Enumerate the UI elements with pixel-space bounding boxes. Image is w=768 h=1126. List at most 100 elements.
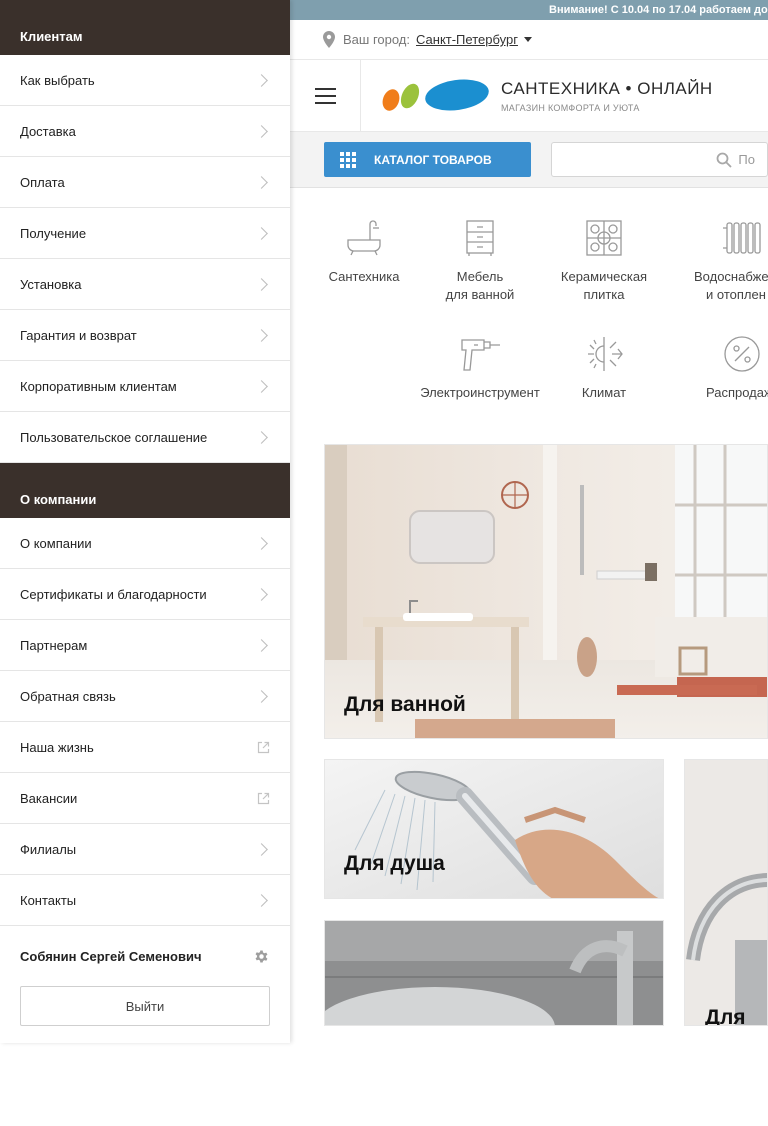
chevron-down-icon[interactable] xyxy=(523,37,532,42)
sidebar-item-label: Получение xyxy=(20,225,87,241)
catalog-button-label: КАТАЛОГ ТОВАРОВ xyxy=(374,152,492,167)
sidebar-item-delivery[interactable]: Доставка xyxy=(0,106,290,157)
sidebar-item-pickup[interactable]: Получение xyxy=(0,208,290,259)
sidebar-item-vacancies[interactable]: Вакансии xyxy=(0,773,290,824)
category-ceramic-tile[interactable]: Керамическая плитка xyxy=(544,218,664,304)
sidebar-item-label: Оплата xyxy=(20,174,65,190)
logo-subtitle: МАГАЗИН КОМФОРТА И УЮТА xyxy=(501,102,640,113)
chevron-right-icon xyxy=(255,175,268,189)
logo-title: САНТЕХНИКА • ОНЛАЙН xyxy=(501,78,713,98)
category-label: Керамическая xyxy=(560,269,648,284)
sidebar-item-label: Наша жизнь xyxy=(20,739,94,755)
category-label: Сантехника xyxy=(328,269,400,284)
city-link[interactable]: Санкт-Петербург xyxy=(416,32,518,47)
sidebar-item-contacts[interactable]: Контакты xyxy=(0,875,290,926)
sidebar-item-label: Доставка xyxy=(20,123,76,139)
promo-tile-bathroom[interactable]: Для ванной xyxy=(324,444,768,739)
category-grid: Сантехника Мебель для ванной Керамическа… xyxy=(290,200,768,430)
sidebar-item-partners[interactable]: Партнерам xyxy=(0,620,290,671)
grid-icon xyxy=(340,151,356,168)
notice-bar: Внимание! С 10.04 по 17.04 работаем до 1 xyxy=(290,0,768,20)
catalog-button[interactable]: КАТАЛОГ ТОВАРОВ xyxy=(324,142,532,177)
chevron-right-icon xyxy=(255,277,268,291)
tile-label: Для ванной xyxy=(344,693,466,716)
city-selector: Ваш город: Санкт-Петербург xyxy=(290,20,768,60)
percent-icon xyxy=(724,336,760,372)
promo-tile-faucet[interactable] xyxy=(324,920,664,1026)
tile-label: Для душа xyxy=(344,852,445,875)
chevron-right-icon xyxy=(255,638,268,652)
sidebar-item-about[interactable]: О компании xyxy=(0,518,290,569)
search-bar: КАТАЛОГ ТОВАРОВ По xyxy=(290,132,768,188)
category-label: для ванной xyxy=(445,287,515,302)
sidebar-section-clients: Клиентам xyxy=(0,0,290,55)
search-input[interactable]: По xyxy=(551,142,768,177)
sidebar-item-label: О компании xyxy=(20,535,92,551)
external-link-icon xyxy=(257,741,270,753)
sidebar-item-label: Корпоративным клиентам xyxy=(20,378,177,394)
category-label: и отоплен xyxy=(706,287,766,302)
sidebar-menu: Клиентам Как выбрать Доставка Оплата Пол… xyxy=(0,0,290,1043)
sidebar-item-user-agreement[interactable]: Пользовательское соглашение xyxy=(0,412,290,463)
cabinet-icon xyxy=(466,220,494,256)
sidebar-item-our-life[interactable]: Наша жизнь xyxy=(0,722,290,773)
sidebar-item-label: Вакансии xyxy=(20,790,78,806)
external-link-icon xyxy=(257,792,270,804)
chevron-right-icon xyxy=(255,893,268,907)
sidebar-item-warranty[interactable]: Гарантия и возврат xyxy=(0,310,290,361)
category-furniture[interactable]: Мебель для ванной xyxy=(420,218,540,304)
category-sanitary[interactable]: Сантехника xyxy=(304,218,424,286)
sidebar-item-label: Гарантия и возврат xyxy=(20,327,137,343)
tile-label: Для ку xyxy=(705,1006,746,1026)
shower-image xyxy=(325,760,663,898)
sidebar-item-certificates[interactable]: Сертификаты и благодарности xyxy=(0,569,290,620)
user-name: Собянин Сергей Семенович xyxy=(20,948,202,964)
search-placeholder: По xyxy=(738,152,755,167)
category-sale[interactable]: Распродаж xyxy=(682,334,768,402)
chevron-right-icon xyxy=(255,842,268,856)
sidebar-item-label: Филиалы xyxy=(20,841,77,857)
sidebar-item-label: Пользовательское соглашение xyxy=(20,429,208,445)
main-content: Внимание! С 10.04 по 17.04 работаем до 1… xyxy=(290,0,768,1126)
category-label: Мебель xyxy=(456,269,504,284)
sidebar-item-feedback[interactable]: Обратная связь xyxy=(0,671,290,722)
sidebar-item-label: Контакты xyxy=(20,892,77,908)
sidebar-item-installation[interactable]: Установка xyxy=(0,259,290,310)
category-power-tools[interactable]: Электроинструмент xyxy=(420,334,540,402)
tile-icon xyxy=(586,220,622,256)
faucet-image xyxy=(325,921,663,1025)
category-label: Климат xyxy=(581,385,627,400)
kitchen-image xyxy=(685,760,767,1025)
sidebar-item-label: Как выбрать xyxy=(20,72,95,88)
promo-tile-shower[interactable]: Для душа xyxy=(324,759,664,899)
sidebar-item-how-to-choose[interactable]: Как выбрать xyxy=(0,55,290,106)
sidebar-item-branches[interactable]: Филиалы xyxy=(0,824,290,875)
category-label: Водоснабже xyxy=(694,269,768,284)
sidebar-item-label: Установка xyxy=(20,276,82,292)
chevron-right-icon xyxy=(255,689,268,703)
location-pin-icon xyxy=(323,31,335,48)
category-label: Электроинструмент xyxy=(420,385,540,400)
chevron-right-icon xyxy=(255,73,268,87)
drill-icon xyxy=(461,339,500,371)
chevron-right-icon xyxy=(255,379,268,393)
category-climate[interactable]: Климат xyxy=(544,334,664,402)
sidebar-item-label: Сертификаты и благодарности xyxy=(20,586,207,602)
category-label: Распродаж xyxy=(706,385,768,400)
hamburger-menu-button[interactable] xyxy=(290,59,361,132)
chevron-right-icon xyxy=(255,430,268,444)
site-header: САНТЕХНИКА • ОНЛАЙН МАГАЗИН КОМФОРТА И У… xyxy=(290,59,768,132)
site-logo[interactable]: САНТЕХНИКА • ОНЛАЙН МАГАЗИН КОМФОРТА И У… xyxy=(361,78,713,114)
logout-button[interactable]: Выйти xyxy=(20,986,270,1026)
search-icon xyxy=(716,152,732,168)
sidebar-item-corporate[interactable]: Корпоративным клиентам xyxy=(0,361,290,412)
promo-tile-kitchen[interactable]: Для ку xyxy=(684,759,768,1026)
logo-mark-icon xyxy=(382,78,489,111)
sidebar-item-label: Партнерам xyxy=(20,637,88,653)
category-water-heating[interactable]: Водоснабже и отоплен xyxy=(682,218,768,304)
gear-icon[interactable] xyxy=(253,948,270,965)
category-label: плитка xyxy=(583,287,625,302)
chevron-right-icon xyxy=(255,124,268,138)
sidebar-item-payment[interactable]: Оплата xyxy=(0,157,290,208)
chevron-right-icon xyxy=(255,587,268,601)
